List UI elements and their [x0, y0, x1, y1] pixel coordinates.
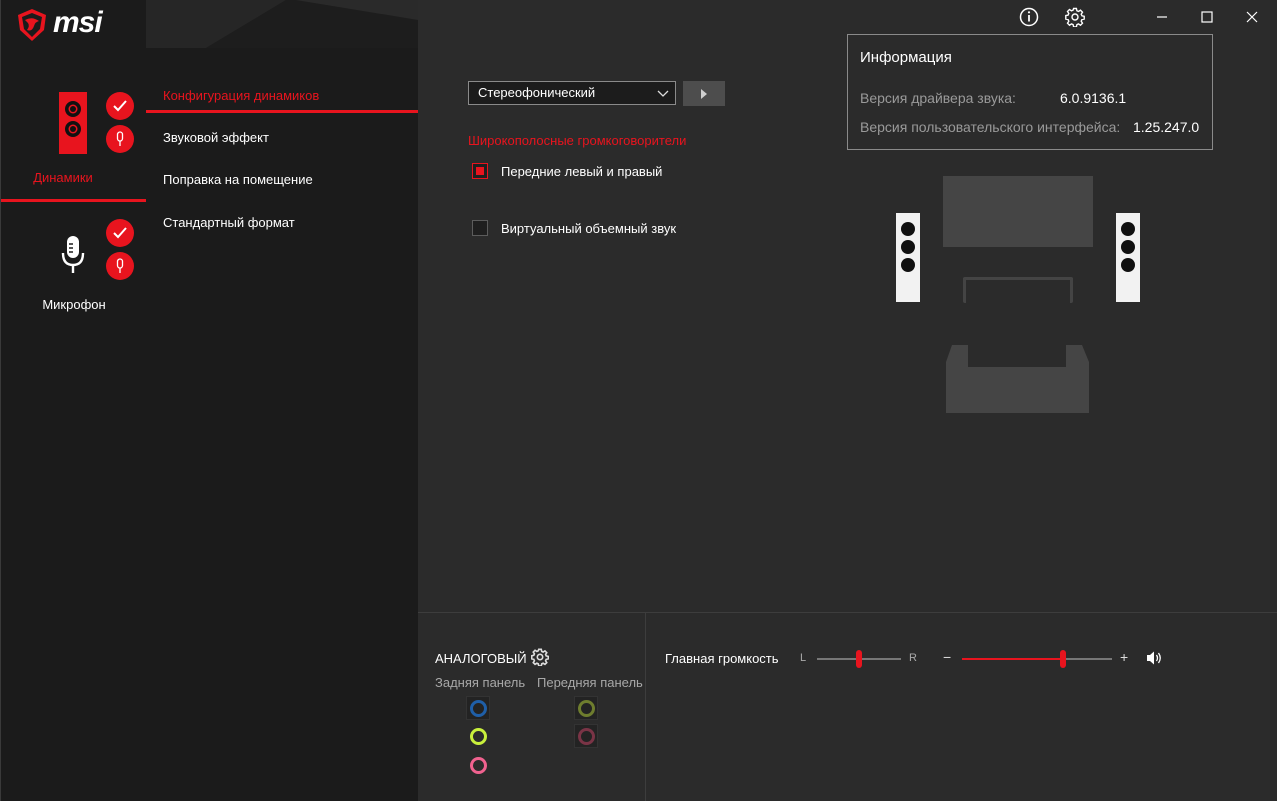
rear-jack-green[interactable]	[466, 724, 490, 748]
menu-item-sound-effect[interactable]: Звуковой эффект	[146, 121, 418, 155]
device-label-speakers: Динамики	[33, 170, 93, 185]
speaker-cone	[1121, 222, 1135, 236]
main-panel: Стереофонический Широкополосные громкого…	[418, 0, 1276, 612]
sofa-icon	[946, 345, 1089, 413]
test-play-button[interactable]	[683, 81, 725, 106]
feature-menu: Конфигурация динамиков Звуковой эффект П…	[146, 0, 418, 801]
speaker-cone	[1121, 240, 1135, 254]
mute-button[interactable]	[1146, 650, 1164, 666]
device-speakers[interactable]: Динамики	[1, 84, 147, 202]
front-lr-checkbox-row[interactable]: Передние левый и правый	[472, 163, 662, 179]
speaker-cone	[901, 222, 915, 236]
speaker-cone	[1121, 258, 1135, 272]
info-title: Информация	[860, 49, 952, 66]
balance-slider[interactable]	[817, 649, 901, 669]
check-icon	[113, 227, 127, 239]
jack-icon	[577, 699, 595, 717]
info-button[interactable]	[1019, 7, 1039, 27]
device-sidebar: msi Динамики Микрофон	[0, 0, 147, 801]
header-decoration	[146, 0, 418, 48]
analog-settings-button[interactable]	[530, 648, 550, 667]
front-jack-green[interactable]	[574, 696, 598, 720]
mic-small-icon	[116, 131, 124, 146]
virtual-surround-label: Виртуальный объемный звук	[501, 220, 677, 236]
close-button[interactable]	[1242, 7, 1262, 27]
rear-jack-pink[interactable]	[466, 753, 490, 777]
device-microphone[interactable]: Микрофон	[1, 218, 147, 318]
front-lr-checkbox[interactable]	[472, 163, 488, 179]
minimize-icon	[1157, 16, 1167, 18]
volume-up-label[interactable]: +	[1120, 649, 1128, 665]
speaker-volume-icon	[1147, 651, 1161, 665]
analog-title: АНАЛОГОВЫЙ	[435, 651, 527, 666]
mic-small-icon	[116, 258, 124, 273]
menu-item-speaker-config[interactable]: Конфигурация динамиков	[146, 79, 418, 113]
minimize-button[interactable]	[1152, 7, 1172, 27]
speakers-set-default-button[interactable]	[106, 92, 134, 120]
maximize-icon	[1201, 11, 1213, 23]
volume-down-label[interactable]: −	[943, 649, 951, 665]
jack-icon	[469, 699, 487, 717]
close-icon	[1246, 11, 1258, 23]
analog-panel: АНАЛОГОВЫЙ Задняя панель Передняя панель	[418, 612, 646, 801]
microphone-set-default-button[interactable]	[106, 219, 134, 247]
gear-icon	[1065, 7, 1085, 27]
jack-icon	[577, 727, 595, 745]
chevron-down-icon	[657, 90, 669, 97]
driver-version-value: 6.0.9136.1	[1060, 90, 1127, 106]
device-label-microphone: Микрофон	[42, 297, 106, 312]
balance-thumb[interactable]	[856, 650, 862, 668]
ui-version-label: Версия пользовательского интерфейса:	[860, 119, 1121, 135]
settings-button[interactable]	[1065, 7, 1085, 27]
menu-item-default-format[interactable]: Стандартный формат	[146, 206, 418, 240]
front-jack-pink[interactable]	[574, 724, 598, 748]
virtual-surround-checkbox-row[interactable]: Виртуальный объемный звук	[472, 220, 676, 236]
brand-logo-text: msi	[53, 6, 103, 39]
tv-screen	[943, 176, 1093, 247]
front-lr-label: Передние левый и правый	[501, 163, 663, 179]
info-icon	[1019, 7, 1039, 27]
gear-icon	[530, 648, 550, 667]
speaker-config-value: Стереофонический	[478, 85, 596, 100]
microphone-comm-default-button[interactable]	[106, 252, 134, 280]
fullrange-speakers-title: Широкополосные громкоговорители	[468, 133, 687, 148]
speaker-cone	[901, 258, 915, 272]
speaker-cone	[901, 240, 915, 254]
jack-icon	[469, 727, 487, 745]
maximize-button[interactable]	[1197, 7, 1217, 27]
speaker-config-select[interactable]: Стереофонический	[468, 81, 676, 105]
info-popup: Информация Версия драйвера звука: 6.0.91…	[847, 34, 1213, 150]
play-icon	[701, 88, 707, 99]
virtual-surround-checkbox[interactable]	[472, 220, 488, 236]
driver-version-label: Версия драйвера звука:	[860, 90, 1016, 106]
master-volume-label: Главная громкость	[665, 651, 779, 666]
speaker-device-icon	[59, 92, 87, 154]
volume-fill	[962, 658, 1063, 660]
jack-icon	[469, 756, 487, 774]
microphone-device-icon	[61, 236, 85, 273]
logo: msi	[1, 0, 147, 48]
volume-thumb[interactable]	[1059, 650, 1066, 668]
front-panel-label: Передняя панель	[537, 675, 643, 690]
table-outline	[963, 277, 1073, 303]
volume-slider[interactable]	[962, 649, 1112, 669]
menu-item-room-correction[interactable]: Поправка на помещение	[146, 163, 418, 197]
msi-dragon-icon	[18, 9, 46, 41]
volume-panel: Главная громкость L R − +	[646, 612, 1277, 801]
balance-right-label: R	[909, 652, 917, 664]
check-icon	[113, 100, 127, 112]
balance-left-label: L	[800, 652, 807, 664]
front-right-speaker[interactable]	[1116, 213, 1140, 302]
rear-jack-blue[interactable]	[466, 696, 490, 720]
front-left-speaker[interactable]	[896, 213, 920, 302]
ui-version-value: 1.25.247.0	[1133, 119, 1200, 135]
speakers-comm-default-button[interactable]	[106, 125, 134, 153]
rear-panel-label: Задняя панель	[435, 675, 526, 690]
